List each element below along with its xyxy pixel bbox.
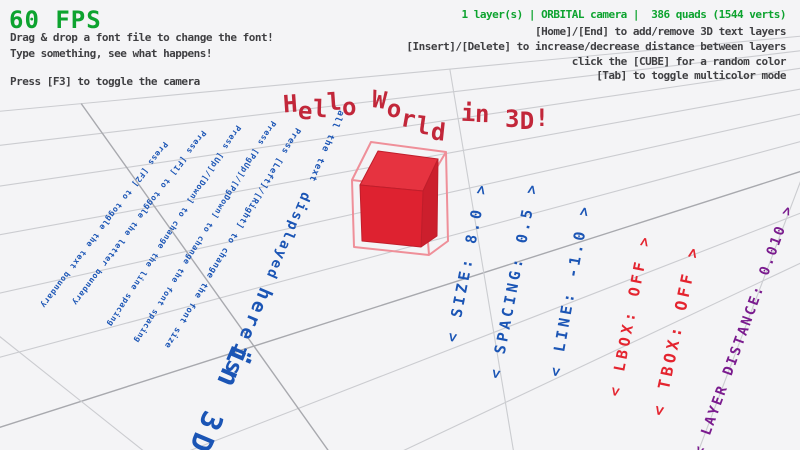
floor-instruction: Press [F2] to toggle the text boundary (38, 140, 169, 310)
fps-counter: 60 FPS (9, 6, 102, 34)
param-readout: < LINE: -1.0 > (546, 202, 594, 378)
hello-letter: d (430, 117, 447, 146)
hello-letter: ! (535, 104, 549, 132)
param-readout: < TBOX: OFF > (649, 243, 704, 418)
hint-type: Type something, see what happens! (10, 47, 212, 60)
hello-letter: 3 (505, 105, 519, 133)
hello-letter: i (460, 99, 475, 127)
hint-cube-color: click the [CUBE] for a random color (572, 55, 786, 68)
floor-caption-segment: here (234, 284, 277, 346)
hello-letter: D (520, 107, 534, 135)
floor-caption-segment: displayed (262, 190, 313, 283)
hint-layer-distance: [Insert]/[Delete] to increase/decrease d… (406, 40, 786, 53)
hello-letter: n (475, 100, 490, 128)
hello-letter: e (297, 97, 313, 126)
param-readout: < LAYER DISTANCE: 0.010 > (691, 202, 797, 450)
floor-caption-segment: in 3D (180, 342, 257, 450)
param-readout: < SPACING: 0.5 > (486, 180, 542, 380)
viewport-3d[interactable]: Press [F2] to toggle the text boundary Pr… (0, 0, 800, 450)
param-readout: < LBOX: OFF > (605, 232, 654, 398)
hint-layers: [Home]/[End] to add/remove 3D text layer… (535, 25, 786, 38)
status-bar: 1 layer(s) | ORBITAL camera | 386 quads … (462, 8, 787, 21)
param-readout: < SIZE: 8.0 > (443, 180, 492, 343)
hint-multicolor: [Tab] to toggle multicolor mode (596, 69, 786, 82)
hint-camera: Press [F3] to toggle the camera (10, 75, 200, 88)
hud-right-block: 1 layer(s) | ORBITAL camera | 386 quads … (186, 0, 786, 100)
